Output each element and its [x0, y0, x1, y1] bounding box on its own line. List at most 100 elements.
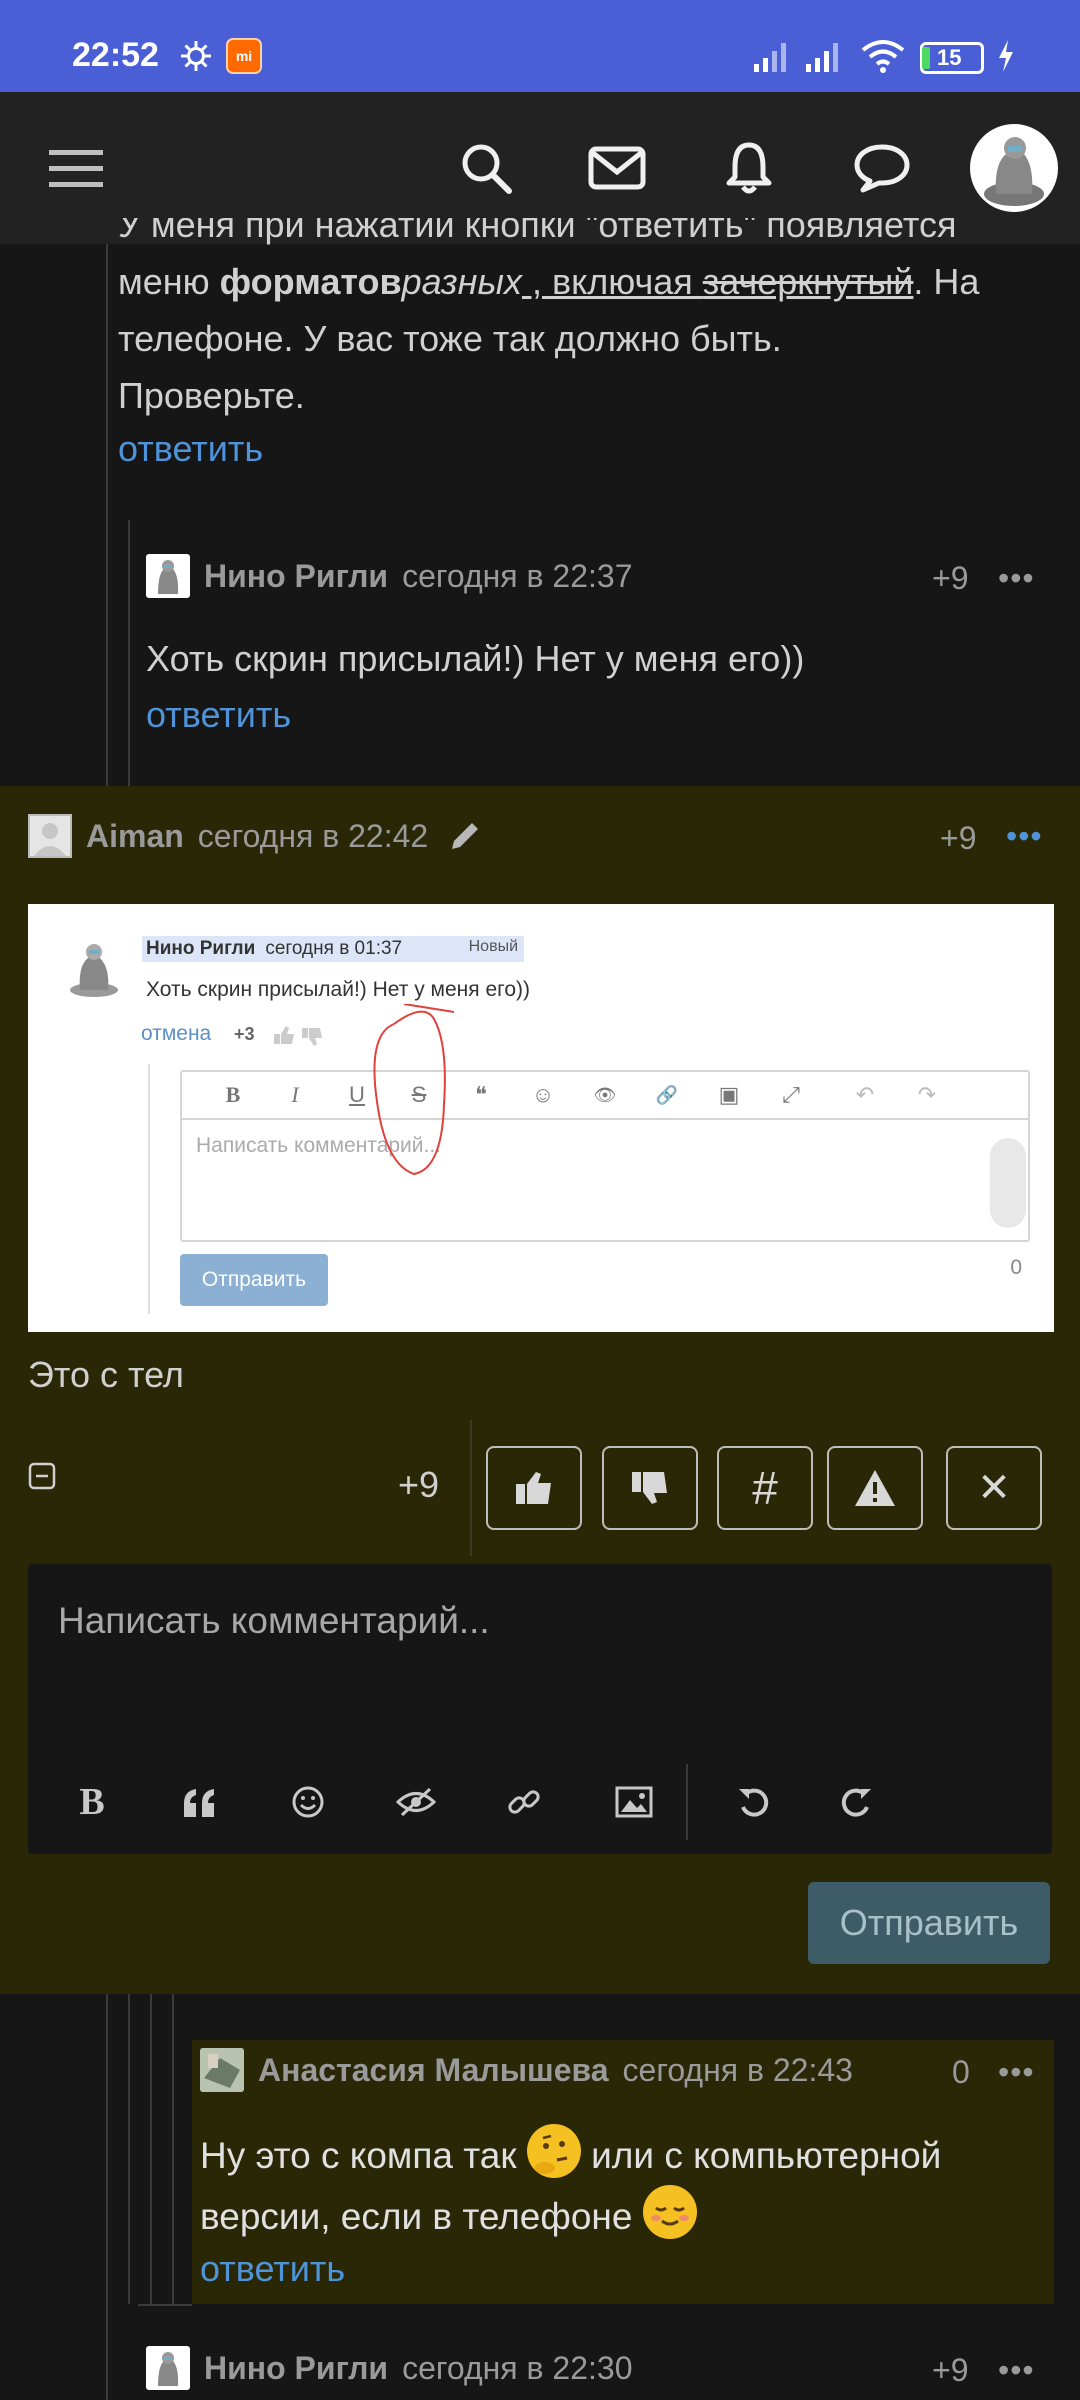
- redo-button[interactable]: [828, 1774, 884, 1830]
- comment-author[interactable]: Анастасия Малышева: [258, 2052, 609, 2089]
- comment-date[interactable]: сегодня в 22:37: [402, 558, 632, 595]
- avatar-image: [158, 2352, 179, 2386]
- embedded-send-button: Отправить: [180, 1254, 328, 1306]
- comment-input[interactable]: Написать комментарий...: [58, 1600, 490, 1642]
- comment-header: Анастасия Малышева сегодня в 22:43: [200, 2048, 853, 2092]
- report-button[interactable]: [827, 1446, 923, 1530]
- collapse-icon[interactable]: [28, 1462, 56, 1490]
- notifications-button[interactable]: [713, 132, 785, 204]
- embedded-vote-icons: [274, 1026, 322, 1046]
- comment-score: +9: [932, 560, 969, 596]
- comment-header: Aiman сегодня в 22:42: [28, 814, 482, 858]
- status-time: 22:52: [72, 36, 159, 74]
- comment-author[interactable]: Aiman: [86, 818, 184, 855]
- more-options-button[interactable]: •••: [998, 2054, 1035, 2091]
- reply-link[interactable]: ответить: [118, 428, 1068, 470]
- undo-button[interactable]: [726, 1774, 782, 1830]
- spoiler-icon: [396, 1787, 436, 1817]
- comment-editor[interactable]: Написать комментарий... B: [28, 1564, 1052, 1854]
- messages-button[interactable]: [581, 132, 653, 204]
- relieved-emoji-icon: [642, 2185, 697, 2239]
- author-avatar[interactable]: [28, 814, 72, 858]
- signal-icon: [754, 43, 786, 72]
- bold-button[interactable]: B: [64, 1774, 120, 1830]
- thread-line: [138, 2304, 192, 2306]
- comment-date[interactable]: сегодня в 22:42: [198, 818, 428, 855]
- more-options-button[interactable]: •••: [998, 2352, 1035, 2389]
- menu-button[interactable]: [40, 132, 112, 204]
- thinking-emoji-icon: [526, 2124, 581, 2178]
- image-icon: [615, 1786, 653, 1818]
- avatar-image: [158, 560, 179, 594]
- chat-button[interactable]: [846, 132, 918, 204]
- settings-bug-icon: [181, 41, 211, 71]
- emoji-button[interactable]: [280, 1774, 336, 1830]
- comment-score: +9: [932, 2352, 969, 2388]
- thread-line: [172, 1994, 174, 2304]
- author-avatar[interactable]: [200, 2048, 244, 2092]
- link-button[interactable]: [496, 1774, 552, 1830]
- warning-icon: [855, 1470, 895, 1506]
- quote-icon: [184, 1789, 214, 1817]
- thread-line: [150, 1994, 152, 2304]
- user-avatar[interactable]: [970, 124, 1058, 212]
- comment-author[interactable]: Нино Ригли: [204, 558, 388, 595]
- image-button[interactable]: [606, 1774, 662, 1830]
- thread-line: [106, 1994, 108, 2400]
- mail-icon: [588, 146, 646, 190]
- permalink-button[interactable]: #: [717, 1446, 813, 1530]
- comment-header: Нино Ригли сегодня в 22:37: [146, 554, 632, 598]
- thread-line: [106, 244, 108, 786]
- quote-button[interactable]: [172, 1774, 228, 1830]
- close-button[interactable]: ✕: [946, 1446, 1042, 1530]
- new-badge: Новый: [468, 938, 518, 955]
- submit-comment-button[interactable]: Отправить: [808, 1882, 1050, 1964]
- default-avatar-icon: [34, 823, 66, 856]
- smile-icon: [292, 1786, 324, 1818]
- reply-link[interactable]: ответить: [200, 2248, 345, 2290]
- embedded-char-count: 0: [1010, 1256, 1022, 1279]
- redo-icon: [841, 1788, 871, 1817]
- bold-icon: B: [79, 1781, 105, 1823]
- embedded-thread-line: [148, 1064, 150, 1314]
- downvote-button[interactable]: [602, 1446, 698, 1530]
- embedded-text: Хоть скрин присылай!) Нет у меня его)): [146, 978, 531, 1001]
- embedded-editor: B I U S ❝ ☺ 👁 🔗 ▣ ⤢ ↶ ↷ Написать коммент…: [180, 1070, 1030, 1242]
- comment-text: У меня при нажатии кнопки "ответить" поя…: [118, 218, 957, 245]
- author-avatar[interactable]: [146, 2346, 190, 2390]
- comment-date[interactable]: сегодня в 22:30: [402, 2350, 632, 2387]
- close-icon: ✕: [977, 1466, 1011, 1510]
- embedded-cancel: отмена: [141, 1022, 212, 1045]
- mi-app-icon: mi: [226, 38, 262, 74]
- more-options-button[interactable]: •••: [1006, 818, 1043, 855]
- link-icon: [508, 1790, 540, 1814]
- more-options-button[interactable]: •••: [998, 560, 1035, 597]
- spoiler-button[interactable]: [388, 1774, 444, 1830]
- comment-date[interactable]: сегодня в 22:43: [623, 2052, 853, 2089]
- embedded-avatar: [70, 944, 118, 997]
- thumbs-up-icon: [516, 1472, 551, 1504]
- upvote-button[interactable]: [486, 1446, 582, 1530]
- editor-toolbar: B: [28, 1764, 1052, 1840]
- search-icon: [462, 144, 512, 194]
- menu-icon: [49, 150, 103, 187]
- edit-pencil-icon[interactable]: [448, 819, 482, 853]
- wifi-icon: [861, 40, 905, 73]
- embedded-score: +3: [234, 1024, 255, 1044]
- action-score: +9: [398, 1464, 440, 1505]
- parent-comment: У меня при нажатии кнопки "ответить" поя…: [118, 218, 1068, 470]
- comment-author[interactable]: Нино Ригли: [204, 2350, 388, 2387]
- comment-text: телефоне. У вас тоже так должно быть.: [118, 318, 782, 359]
- battery-indicator: 15: [920, 42, 984, 74]
- reply-link[interactable]: ответить: [146, 694, 291, 736]
- embedded-toolbar: B I U S ❝ ☺ 👁 🔗 ▣ ⤢ ↶ ↷: [182, 1072, 1028, 1120]
- comment-text: Проверьте.: [118, 375, 305, 416]
- embedded-screenshot[interactable]: Нино Ригли сегодня в 01:37 Новый Хоть скр…: [28, 904, 1054, 1332]
- charging-icon: [999, 40, 1013, 72]
- thread-line: [128, 520, 130, 786]
- undo-icon: [739, 1788, 769, 1817]
- red-circle-annotation: [373, 1004, 455, 1176]
- author-avatar[interactable]: [146, 554, 190, 598]
- chat-icon: [854, 144, 910, 193]
- search-button[interactable]: [450, 132, 522, 204]
